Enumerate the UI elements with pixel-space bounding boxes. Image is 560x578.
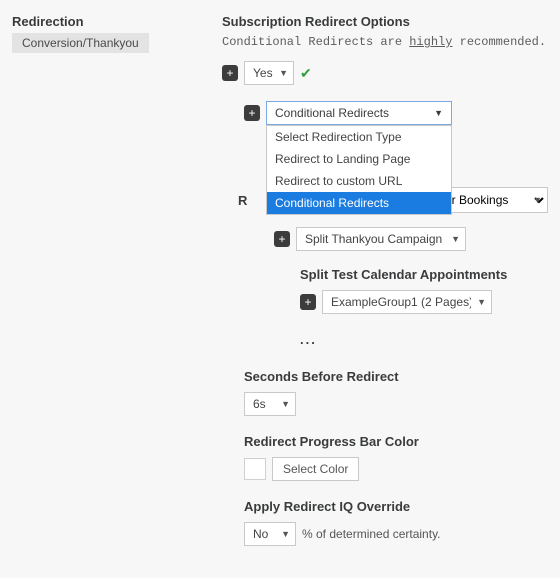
plus-icon[interactable]: + bbox=[300, 294, 316, 310]
seconds-before-heading: Seconds Before Redirect bbox=[244, 369, 548, 384]
enable-redirect-select[interactable]: Yes bbox=[244, 61, 294, 85]
override-heading: Apply Redirect IQ Override bbox=[244, 499, 548, 514]
override-select[interactable]: No bbox=[244, 522, 296, 546]
split-test-heading: Split Test Calendar Appointments bbox=[300, 267, 548, 282]
redirect-mode-option-header[interactable]: Select Redirection Type bbox=[267, 126, 451, 148]
more-options-icon[interactable]: ... bbox=[300, 332, 548, 347]
select-color-button[interactable]: Select Color bbox=[272, 457, 359, 481]
color-swatch[interactable] bbox=[244, 458, 266, 480]
subscription-redirect-heading: Subscription Redirect Options bbox=[222, 14, 548, 29]
truncated-label-left: R bbox=[238, 193, 247, 208]
sidebar-tab-conversion[interactable]: Conversion/Thankyou bbox=[12, 33, 149, 53]
redirect-mode-options: Select Redirection Type Redirect to Land… bbox=[266, 125, 452, 215]
redirect-mode-option-conditional[interactable]: Conditional Redirects bbox=[267, 192, 451, 214]
progress-color-heading: Redirect Progress Bar Color bbox=[244, 434, 548, 449]
checkmark-icon: ✔ bbox=[300, 65, 312, 82]
plus-icon[interactable]: + bbox=[244, 105, 260, 121]
redirect-mode-value: Conditional Redirects bbox=[275, 106, 389, 120]
plus-icon[interactable]: + bbox=[222, 65, 238, 81]
override-suffix: % of determined certainty. bbox=[302, 527, 441, 541]
seconds-before-select[interactable]: 6s bbox=[244, 392, 296, 416]
split-campaign-select[interactable]: Split Thankyou Campaign bbox=[296, 227, 466, 251]
plus-icon[interactable]: + bbox=[274, 231, 290, 247]
redirect-mode-option-landing[interactable]: Redirect to Landing Page bbox=[267, 148, 451, 170]
chevron-down-icon: ▼ bbox=[434, 108, 443, 118]
redirect-mode-option-custom-url[interactable]: Redirect to custom URL bbox=[267, 170, 451, 192]
redirect-mode-select[interactable]: Conditional Redirects ▼ bbox=[266, 101, 452, 125]
split-test-select[interactable]: ExampleGroup1 (2 Pages) bbox=[322, 290, 492, 314]
sidebar-title: Redirection bbox=[12, 14, 204, 29]
redirect-note: Conditional Redirects are highly recomme… bbox=[222, 35, 548, 49]
